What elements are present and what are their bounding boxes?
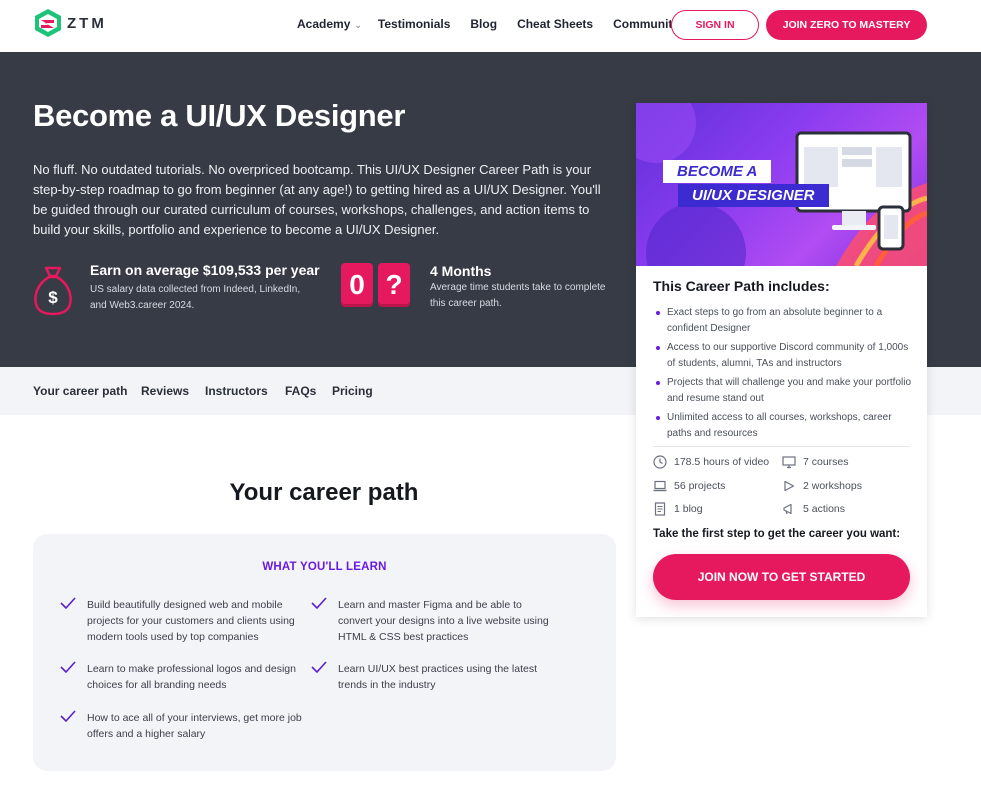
checkmark-icon <box>60 710 76 722</box>
divider <box>653 446 910 447</box>
salary-subtitle: US salary data collected from Indeed, Li… <box>90 284 301 311</box>
feature-label: 5 actions <box>803 503 846 515</box>
tab-your-career-path[interactable]: Your career path <box>33 384 127 398</box>
card-heading: This Career Path includes: <box>653 278 830 294</box>
nav-community[interactable]: Community <box>613 17 679 31</box>
feature-actions: 5 actions <box>782 502 845 516</box>
laptop-icon <box>653 480 667 492</box>
join-zero-to-mastery-button[interactable]: JOIN ZERO TO MASTERY <box>766 10 927 40</box>
feature-label: 56 projects <box>674 480 726 492</box>
logo-text: ZTM <box>67 14 107 32</box>
what-you-learn-card: WHAT YOU'LL LEARN Build beautifully desi… <box>33 534 616 771</box>
learn-item-text: Learn and master Figma and be able to co… <box>338 599 549 643</box>
duration-title: 4 Months <box>430 263 492 279</box>
cta-text: Take the first step to get the career yo… <box>653 528 901 540</box>
tab-reviews[interactable]: Reviews <box>141 384 189 398</box>
card-bullet-list: Exact steps to go from an absolute begin… <box>653 305 915 445</box>
learn-item-text: Build beautifully designed web and mobil… <box>87 599 295 643</box>
nav-academy[interactable]: Academy ⌄ <box>297 17 362 31</box>
career-path-heading: Your career path <box>229 479 419 506</box>
nav-blog[interactable]: Blog <box>470 17 497 31</box>
top-navigation: ZTM Academy ⌄ Testimonials Blog Cheat She… <box>0 0 981 52</box>
tab-instructors[interactable]: Instructors <box>205 384 268 398</box>
main-nav: Academy ⌄ Testimonials Blog Cheat Sheets … <box>297 17 679 31</box>
clock-icon <box>653 455 667 469</box>
nav-cheat-sheets[interactable]: Cheat Sheets <box>517 17 593 31</box>
chevron-down-icon: ⌄ <box>354 20 362 30</box>
feature-courses: 7 courses <box>782 455 849 469</box>
checkmark-icon <box>311 597 327 609</box>
list-item: Projects that will challenge you and mak… <box>653 375 915 407</box>
feature-projects: 56 projects <box>653 479 725 493</box>
feature-label: 2 workshops <box>803 480 862 492</box>
banner-title-line2: UI/UX DESIGNER <box>678 184 829 207</box>
list-item: Unlimited access to all courses, worksho… <box>653 410 915 442</box>
tab-pricing[interactable]: Pricing <box>332 384 373 398</box>
course-banner-image: BECOME A UI/UX DESIGNER <box>636 103 927 266</box>
checkmark-icon <box>311 661 327 673</box>
money-bag-icon: $ <box>34 266 72 316</box>
learn-item-text: How to ace all of your interviews, get m… <box>87 712 302 740</box>
nav-academy-label: Academy <box>297 17 351 31</box>
ztm-logo-icon <box>35 9 61 37</box>
learn-item-text: Learn UI/UX best practices using the lat… <box>338 663 538 691</box>
duration-subtitle: Average time students take to complete t… <box>430 282 606 309</box>
play-icon <box>784 480 795 492</box>
join-now-button[interactable]: JOIN NOW TO GET STARTED <box>653 554 910 600</box>
learn-item-text: Learn to make professional logos and des… <box>87 663 296 691</box>
feature-label: 178.5 hours of video <box>674 456 770 468</box>
feature-label: 1 blog <box>674 503 703 515</box>
feature-workshops: 2 workshops <box>782 479 862 493</box>
svg-text:$: $ <box>48 288 58 307</box>
career-path-card: BECOME A UI/UX DESIGNER This Career Path… <box>636 103 927 617</box>
feature-label: 7 courses <box>803 456 849 468</box>
counter-digit: 0 <box>341 263 373 307</box>
checkmark-icon <box>60 661 76 673</box>
salary-title: Earn on average $109,533 per year <box>90 262 320 278</box>
list-item: Access to our supportive Discord communi… <box>653 340 915 372</box>
hero-description: No fluff. No outdated tutorials. No over… <box>33 162 601 237</box>
banner-title-line1: BECOME A <box>663 160 772 183</box>
document-icon <box>654 502 666 516</box>
list-item: Exact steps to go from an absolute begin… <box>653 305 915 337</box>
feature-video-hours: 178.5 hours of video <box>653 455 769 469</box>
nav-testimonials[interactable]: Testimonials <box>378 17 450 31</box>
megaphone-icon <box>783 503 792 515</box>
learn-heading: WHAT YOU'LL LEARN <box>262 561 387 573</box>
sign-in-button[interactable]: SIGN IN <box>671 10 759 40</box>
page-title: Become a UI/UX Designer <box>33 98 406 133</box>
ztm-logo[interactable]: ZTM <box>33 8 107 38</box>
tab-faqs[interactable]: FAQs <box>285 384 316 398</box>
feature-blog: 1 blog <box>653 502 703 516</box>
checkmark-icon <box>60 597 76 609</box>
monitor-icon <box>782 456 796 469</box>
counter-digit: ? <box>378 263 410 307</box>
